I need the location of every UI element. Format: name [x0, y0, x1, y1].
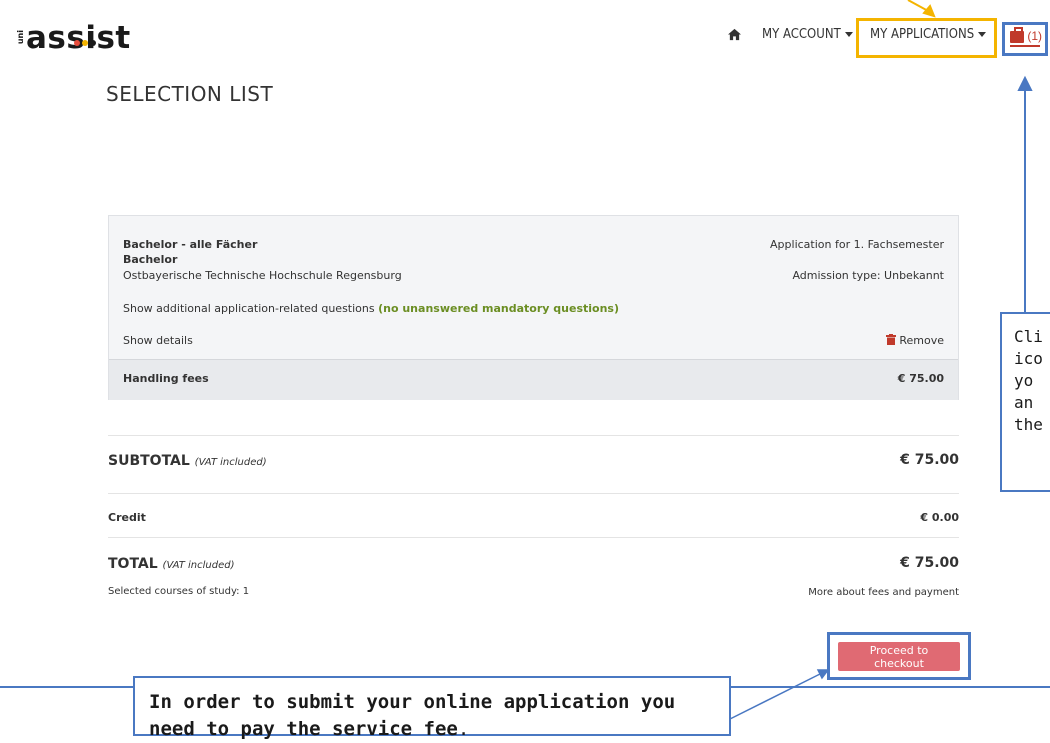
divider [108, 435, 959, 436]
degree-name: Bachelor [123, 253, 178, 266]
remove-label: Remove [899, 334, 944, 347]
questions-status: (no unanswered mandatory questions) [378, 302, 619, 315]
cart-callout: Cli ico yo an the [1000, 312, 1050, 492]
proceed-to-checkout-button[interactable]: Proceed to checkout [838, 642, 960, 671]
credit-value: € 0.00 [920, 511, 959, 524]
my-account-label: MY ACCOUNT [762, 27, 841, 42]
divider [108, 537, 959, 538]
handling-fees-label: Handling fees [123, 372, 209, 385]
program-name: Bachelor - alle Fächer [123, 238, 258, 251]
chevron-down-icon [844, 32, 853, 37]
total-value: € 75.00 [900, 555, 959, 571]
trash-icon [885, 334, 896, 345]
subtotal-label: SUBTOTAL (VAT included) [108, 453, 267, 469]
application-for: Application for 1. Fachsemester [770, 238, 944, 251]
handling-fees-value: € 75.00 [897, 372, 944, 385]
logo-dots [74, 18, 98, 54]
subtotal-note: (VAT included) [194, 457, 267, 468]
questions-link[interactable]: Show additional application-related ques… [123, 302, 619, 315]
total-note: (VAT included) [162, 560, 235, 571]
fees-payment-link[interactable]: More about fees and payment [808, 587, 959, 598]
cart-highlight [1002, 22, 1048, 56]
home-icon[interactable] [727, 28, 742, 41]
total-label: TOTAL (VAT included) [108, 556, 235, 572]
page-title: SELECTION LIST [106, 82, 274, 106]
logo-prefix: uni [16, 30, 25, 45]
questions-link-text: Show additional application-related ques… [123, 302, 375, 315]
divider [108, 493, 959, 494]
credit-label: Credit [108, 511, 146, 524]
my-account-menu[interactable]: MY ACCOUNT [762, 27, 853, 42]
handling-fees-row: Handling fees € 75.00 [109, 359, 958, 400]
selected-courses: Selected courses of study: 1 [108, 586, 250, 597]
checkout-callout: In order to submit your online applicati… [133, 676, 731, 740]
subtotal-value: € 75.00 [900, 452, 959, 468]
show-details-link[interactable]: Show details [123, 334, 193, 347]
application-card: Bachelor - alle Fächer Bachelor Ostbayer… [108, 215, 959, 400]
university-name: Ostbayerische Technische Hochschule Rege… [123, 269, 402, 282]
admission-type: Admission type: Unbekannt [792, 269, 944, 282]
uni-assist-logo[interactable]: uni assist [16, 18, 131, 56]
my-applications-highlight [856, 18, 997, 58]
remove-button[interactable]: Remove [885, 334, 944, 347]
